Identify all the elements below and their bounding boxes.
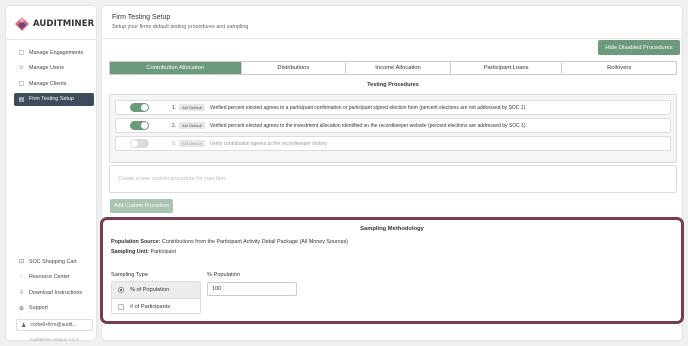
am-default-badge: AM Default — [179, 104, 205, 111]
clients-icon: ▢ — [18, 81, 25, 88]
sidebar-item-manage-clients[interactable]: ▢ Manage Clients — [14, 77, 94, 90]
users-icon: ☺ — [18, 65, 25, 72]
sidebar-item-resource-center[interactable]: ◌ Resource Center — [14, 271, 94, 284]
sidebar-item-label: Manage Users — [29, 65, 65, 72]
sampling-methodology-heading: Sampling Methodology — [360, 226, 424, 232]
option-label: % of Population — [130, 287, 170, 293]
user-email: corbell+firm@audit... — [30, 322, 77, 328]
option-label: # of Participants — [130, 303, 171, 310]
user-account-button[interactable]: ♟ corbell+firm@audit... — [16, 319, 93, 331]
user-icon: ♟ — [21, 322, 27, 329]
procedure-number: 1. — [171, 104, 176, 111]
procedure-list: 1. AM Default Verified percent elected a… — [109, 94, 677, 163]
radio-checked-icon — [118, 287, 124, 293]
sidebar-item-firm-testing-setup[interactable]: ▤ Firm Testing Setup — [14, 92, 94, 106]
sidebar-item-label: Manage Engagements — [29, 49, 84, 56]
sidebar-item-support[interactable]: ⊕ Support — [14, 302, 94, 315]
procedure-toggle[interactable] — [130, 121, 149, 130]
logo[interactable]: AUDITMINER — [14, 14, 94, 34]
sidebar-item-label: Resource Center — [29, 274, 70, 281]
page-subtitle: Setup your firms default testing procedu… — [112, 24, 249, 30]
tab-rollovers[interactable]: Rollovers — [562, 62, 676, 74]
procedure-number: 3. — [171, 140, 176, 147]
percent-population-input[interactable] — [207, 282, 297, 296]
procedure-number: 2. — [171, 122, 176, 129]
sampling-unit-value: Participant — [150, 249, 177, 255]
sampling-type-option-count[interactable]: # of Participants — [112, 298, 200, 314]
sidebar-item-soc-shopping-cart[interactable]: ⊡ SOC Shopping Cart — [14, 255, 94, 268]
sidebar-item-label: Firm Testing Setup — [29, 96, 74, 103]
page-title: Firm Testing Setup — [112, 14, 171, 21]
tab-income-allocation[interactable]: Income Allocation — [346, 62, 451, 74]
sidebar: AUDITMINER ▢ Manage Engagements ☺ Manage… — [6, 6, 96, 342]
sidebar-bottom-nav: ⊡ SOC Shopping Cart ◌ Resource Center ⇩ … — [14, 255, 94, 317]
tab-distributions[interactable]: Distributions — [242, 62, 347, 74]
procedure-toggle[interactable] — [130, 103, 149, 112]
sidebar-item-label: Support — [29, 305, 48, 312]
new-procedure-input[interactable]: Create a new custom procedure for your f… — [109, 165, 677, 193]
download-icon: ⇩ — [18, 290, 25, 297]
sampling-type-label: Sampling Type — [111, 272, 148, 278]
sidebar-divider — [6, 39, 96, 40]
settings-icon: ▤ — [18, 96, 25, 103]
population-source: Population Source: Contributions from th… — [111, 239, 348, 245]
auditminer-logo-icon — [15, 17, 29, 31]
procedure-row: 1. AM Default Verified percent elected a… — [115, 100, 671, 115]
sidebar-item-label: SOC Shopping Cart — [29, 258, 77, 265]
sidebar-item-download-instructions[interactable]: ⇩ Download Instructions — [14, 286, 94, 299]
main-panel: Firm Testing Setup Setup your firms defa… — [100, 6, 684, 340]
globe-icon: ⊕ — [18, 305, 25, 312]
procedure-text: Verify contribution agrees to the record… — [209, 140, 328, 147]
sidebar-item-manage-users[interactable]: ☺ Manage Users — [14, 62, 94, 75]
brand-name: AUDITMINER — [33, 19, 95, 29]
header-divider — [102, 38, 682, 39]
hide-disabled-procedures-button[interactable]: Hide Disabled Procedures — [598, 40, 680, 55]
tab-contribution-allocation[interactable]: Contribution Allocation — [110, 62, 242, 74]
cart-icon: ⊡ — [18, 259, 25, 265]
sampling-type-radio-group: % of Population # of Participants — [111, 281, 201, 314]
testing-procedures-heading: Testing Procedures — [367, 82, 419, 88]
sampling-unit-label: Sampling Unit: — [111, 249, 150, 255]
am-default-badge: AM Default — [179, 140, 205, 147]
add-custom-procedure-button[interactable]: Add Custom Procedure — [110, 199, 173, 213]
sidebar-item-manage-engagements[interactable]: ▢ Manage Engagements — [14, 46, 94, 59]
population-source-label: Population Source: — [111, 239, 161, 245]
sampling-unit: Sampling Unit: Participant — [111, 249, 176, 255]
briefcase-icon: ▢ — [18, 50, 25, 56]
lightbulb-icon: ◌ — [19, 274, 24, 281]
checkbox-icon — [118, 303, 124, 310]
procedure-text: Verified percent elected agrees to the i… — [209, 122, 527, 129]
procedure-row: 2. AM Default Verified percent elected a… — [115, 118, 671, 133]
tab-participant-loans[interactable]: Participant Loans — [451, 62, 563, 74]
am-default-badge: AM Default — [179, 122, 205, 129]
percent-population-label: % Population — [207, 272, 240, 278]
sampling-type-option-percent[interactable]: % of Population — [112, 282, 200, 298]
app-version: AuditMiner Version 0.5.0 — [29, 337, 79, 342]
sidebar-item-label: Manage Clients — [29, 80, 67, 87]
procedure-toggle[interactable] — [130, 139, 149, 148]
procedure-row: 3. AM Default Verify contribution agrees… — [115, 136, 671, 151]
procedure-text: Verified percent elected agrees to a par… — [209, 104, 527, 111]
sidebar-nav: ▢ Manage Engagements ☺ Manage Users ▢ Ma… — [14, 46, 94, 108]
category-tabs: Contribution Allocation Distributions In… — [109, 61, 677, 75]
sampling-methodology-panel: Sampling Methodology Population Source: … — [100, 217, 684, 324]
population-source-value: Contributions from the Participant Activ… — [161, 239, 348, 245]
sidebar-item-label: Download Instructions — [29, 289, 83, 296]
